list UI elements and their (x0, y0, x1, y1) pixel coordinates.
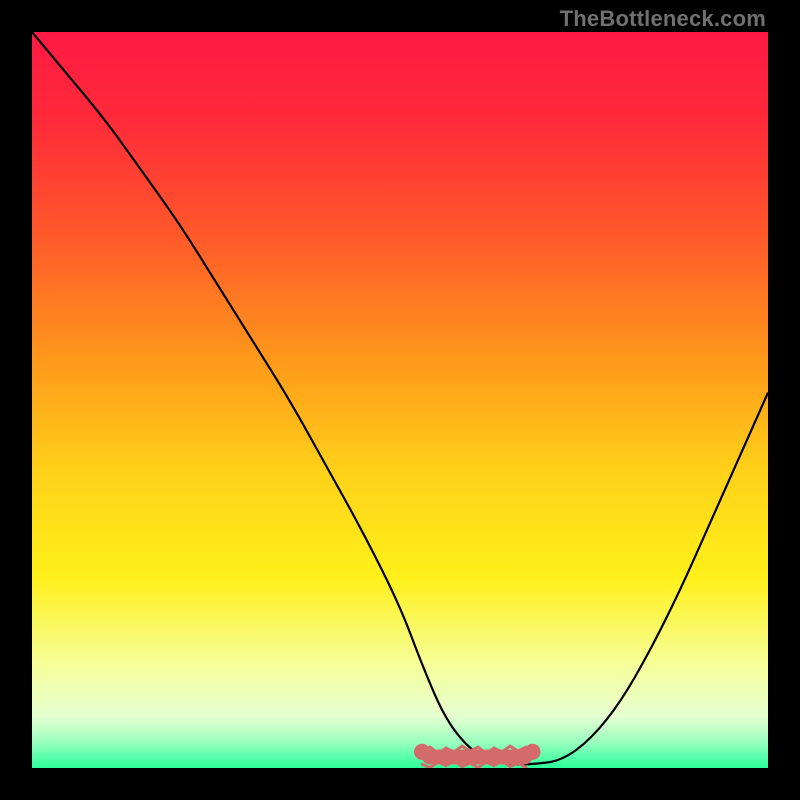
watermark: TheBottleneck.com (560, 6, 766, 32)
plot-area (32, 32, 768, 768)
optimal-range-marker (32, 32, 768, 768)
